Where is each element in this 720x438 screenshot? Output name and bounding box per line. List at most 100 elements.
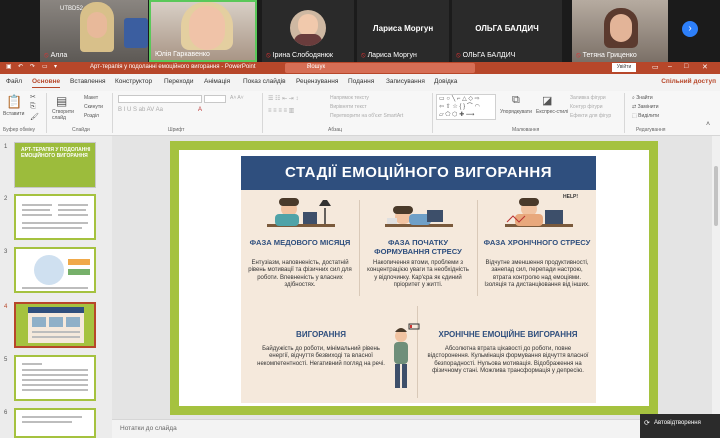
search-box[interactable]: ⌕ Пошук: [285, 63, 475, 73]
tab-transitions[interactable]: Переходи: [164, 78, 193, 85]
participant-name: ⦸ ОЛЬГА БАЛДИЧ: [456, 52, 516, 59]
share-button[interactable]: Спільний доступ: [661, 78, 716, 85]
shape-fill-button[interactable]: Заливка фігури: [570, 95, 606, 101]
font-family-combo[interactable]: [118, 95, 202, 103]
participant-tile[interactable]: ⦸ Тетяна Гриценко: [572, 0, 668, 62]
minimize-icon[interactable]: –: [668, 63, 672, 70]
present-icon[interactable]: ▭: [42, 63, 48, 70]
tab-help[interactable]: Довідка: [434, 78, 457, 85]
reset-button[interactable]: Скинути: [84, 104, 103, 110]
infographic[interactable]: СТАДІЇ ЕМОЦІЙНОГО ВИГОРАННЯ HELP! ФАЗА М…: [241, 156, 596, 403]
title-bar: ▣ ↶ ↷ ▭ ▾ Арт-терапія у подоланні емоцій…: [0, 62, 720, 74]
font-size-combo[interactable]: [204, 95, 226, 103]
notes-pane[interactable]: Нотатки до слайда: [112, 419, 720, 438]
scroll-thumb[interactable]: [714, 166, 718, 226]
cut-icon[interactable]: ✂: [30, 93, 36, 101]
new-slide-label[interactable]: Створити слайд: [52, 109, 76, 121]
ribbon-display-icon[interactable]: ▭: [652, 63, 659, 71]
sign-in-button[interactable]: Увійти: [612, 63, 636, 72]
font-style-buttons[interactable]: B I U S ab AV Aa: [118, 107, 163, 113]
slide-thumbnail-1[interactable]: АРТ-ТЕРАПІЯ У ПОДОЛАННІ ЕМОЦІЙНОГО ВИГОР…: [14, 142, 96, 188]
font-color-icon[interactable]: A: [198, 107, 202, 113]
screen: UTBD52 ⦸ Алла Юлія Гаркавенко ⦸ Ірина Слоб…: [0, 0, 720, 438]
vertical-scrollbar[interactable]: [712, 136, 720, 419]
video-call-strip: UTBD52 ⦸ Алла Юлія Гаркавенко ⦸ Ірина Слоб…: [0, 0, 720, 62]
next-participants-button[interactable]: ›: [682, 21, 698, 37]
phase-3-title: ФАЗА ХРОНІЧНОГО СТРЕСУ: [483, 238, 591, 247]
undo-icon[interactable]: ↶: [18, 63, 23, 70]
help-label: HELP!: [563, 194, 578, 200]
participant-tile[interactable]: Лариса Моргун ⦸ Лариса Моргун: [357, 0, 449, 62]
group-divider: [432, 93, 433, 133]
participant-tile[interactable]: ⦸ Ірина Слободянюк: [262, 0, 354, 62]
phase-1-text: Ентузіазм, наповненість, достатній рівен…: [248, 260, 352, 288]
replace-button[interactable]: ⇄ Замінити: [632, 104, 659, 110]
find-button[interactable]: ⌕ Знайти: [632, 95, 653, 101]
arrange-label[interactable]: Упорядкувати: [500, 109, 532, 115]
slide-number: 5: [4, 357, 8, 363]
tab-view[interactable]: Подання: [348, 78, 374, 85]
arrange-icon[interactable]: ⧉: [512, 94, 520, 107]
format-painter-icon[interactable]: 🖌: [30, 113, 39, 121]
section-button[interactable]: Розділ: [84, 113, 99, 119]
font-group-label: Шрифт: [168, 127, 185, 133]
quick-styles-label[interactable]: Експрес-стилі: [536, 109, 568, 115]
new-slide-icon[interactable]: ▤: [56, 94, 67, 108]
tab-slideshow[interactable]: Показ слайдів: [243, 78, 286, 85]
paste-label[interactable]: Вставити: [3, 111, 24, 117]
collapse-ribbon-icon[interactable]: ˄: [706, 121, 710, 128]
align-text-button[interactable]: Вирівняти текст: [330, 104, 367, 110]
select-button[interactable]: ⬚ Виділити: [632, 113, 659, 119]
slide-thumbnail-4-selected[interactable]: [14, 302, 96, 348]
current-slide[interactable]: СТАДІЇ ЕМОЦІЙНОГО ВИГОРАННЯ HELP! ФАЗА М…: [170, 141, 658, 415]
slide-thumbnail-3[interactable]: [14, 247, 96, 293]
save-icon[interactable]: ▣: [6, 63, 12, 70]
smartart-button[interactable]: Перетворити на об'єкт SmartArt: [330, 113, 403, 119]
participant-tile[interactable]: ОЛЬГА БАЛДИЧ ⦸ ОЛЬГА БАЛДИЧ: [452, 0, 562, 62]
shapes-gallery[interactable]: ▭ ○ ╲ ⌐ △ ◇ ⇨ ⇦ ⇧ ☆ { } ⌒ ◠ ▱ ⬠ ⬡ ✚ ⟿: [436, 94, 496, 120]
layout-button[interactable]: Макет: [84, 95, 98, 101]
slide-thumbnail-6[interactable]: [14, 408, 96, 438]
tab-home[interactable]: Основне: [32, 78, 61, 88]
shape-effects-button[interactable]: Ефекти для фігур: [570, 113, 611, 119]
tab-review[interactable]: Рецензування: [296, 78, 338, 85]
phase-4-text: Байдужість до роботи, мінімальний рівень…: [257, 346, 385, 367]
participant-name: Юлія Гаркавенко: [155, 51, 210, 58]
participant-tile-active[interactable]: Юлія Гаркавенко: [149, 0, 257, 62]
maximize-icon[interactable]: □: [684, 63, 688, 70]
tab-animations[interactable]: Анімація: [204, 78, 230, 85]
grow-font-icon[interactable]: A˄ A˅: [230, 95, 244, 101]
ribbon-tabs: Файл Основне Вставлення Конструктор Пере…: [0, 74, 720, 91]
tab-insert[interactable]: Вставлення: [70, 78, 106, 85]
shape-outline-button[interactable]: Контур фігури: [570, 104, 602, 110]
slide-thumbnail-2[interactable]: [14, 194, 96, 240]
notes-placeholder: Нотатки до слайда: [120, 425, 177, 432]
slide-thumbnail-5[interactable]: [14, 355, 96, 401]
happy-worker-illustration: [267, 198, 335, 227]
align-buttons[interactable]: ≡ ≡ ≡ ≡ ▥: [268, 107, 294, 114]
quick-styles-icon[interactable]: ◪: [542, 94, 552, 107]
editing-group-label: Редагування: [636, 127, 666, 133]
document-title: Арт-терапія у подоланні емоційного вигор…: [90, 64, 256, 70]
slide-number: 3: [4, 249, 8, 255]
phase-4-title: ВИГОРАННЯ: [296, 330, 346, 339]
autorecover-icon: ⟳: [644, 420, 650, 427]
group-divider: [112, 93, 113, 133]
slide-number: 6: [4, 410, 8, 416]
tab-file[interactable]: Файл: [6, 78, 22, 85]
text-direction-button[interactable]: Напрямок тексту: [330, 95, 369, 101]
close-icon[interactable]: ✕: [702, 63, 708, 71]
customize-qat-icon[interactable]: ▾: [54, 63, 57, 70]
slide-number: 2: [4, 196, 8, 202]
tab-record[interactable]: Записування: [386, 78, 425, 85]
exhausted-person-illustration: [394, 323, 420, 388]
list-buttons[interactable]: ☰ ☷ ⇤ ⇥ ↕: [268, 95, 298, 102]
participant-tile[interactable]: UTBD52 ⦸ Алла: [40, 0, 148, 62]
copy-icon[interactable]: ⎘: [30, 103, 36, 111]
mic-muted-icon: ⦸: [44, 52, 49, 59]
autorecover-toast[interactable]: ⟳ Автовідтворення: [640, 414, 720, 438]
redo-icon[interactable]: ↷: [30, 63, 35, 70]
paste-icon[interactable]: 📋: [6, 94, 22, 110]
tab-design[interactable]: Конструктор: [115, 78, 152, 85]
paragraph-group-label: Абзац: [328, 127, 343, 133]
